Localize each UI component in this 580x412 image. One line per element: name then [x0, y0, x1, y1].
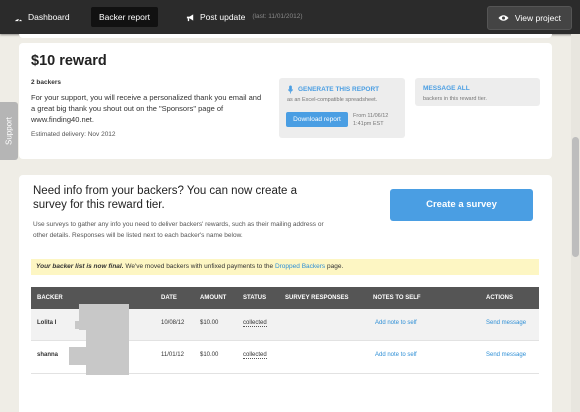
redacted-block [69, 347, 87, 365]
nav-dashboard-label: Dashboard [28, 12, 70, 22]
notice-text-end: page. [325, 263, 344, 270]
create-survey-button[interactable]: Create a survey [390, 189, 533, 221]
support-tab-label: Support [4, 116, 14, 146]
nav-post-update-label: Post update [200, 12, 246, 22]
nav-dashboard[interactable]: Dashboard [14, 7, 70, 27]
support-tab[interactable]: Support [0, 102, 18, 160]
download-from-date: From 11/06/12 1:41pm EST [353, 112, 388, 128]
add-note-link[interactable]: Add note to self [375, 352, 417, 358]
header-backer[interactable]: BACKER [37, 287, 63, 309]
previous-card-edge [19, 34, 552, 38]
header-amount[interactable]: AMOUNT [200, 287, 226, 309]
redacted-block [79, 304, 129, 330]
header-status[interactable]: STATUS [243, 287, 266, 309]
nav-backer-report[interactable]: Backer report [91, 7, 159, 27]
header-notes: NOTES TO SELF [373, 295, 421, 301]
view-project-label: View project [514, 13, 561, 23]
survey-card: Need info from your backers? You can now… [19, 175, 552, 412]
eye-icon [498, 15, 509, 21]
nav-backer-report-label: Backer report [99, 12, 151, 22]
header-survey-responses: SURVEY RESPONSES [285, 295, 349, 301]
message-all-title: MESSAGE ALL [423, 85, 470, 92]
notice-text: We've moved backers with unfixed payment… [123, 263, 275, 270]
generate-report-link[interactable]: GENERATE THIS REPORT [287, 85, 379, 94]
reward-description: For your support, you will receive a per… [31, 93, 262, 124]
backer-name[interactable]: Lolita I [37, 320, 56, 326]
redacted-block [86, 329, 129, 375]
message-all-sub: backers in this reward tier. [423, 96, 487, 102]
download-from-line2: 1:41pm EST [353, 121, 384, 127]
dropped-backers-link[interactable]: Dropped Backers [275, 263, 325, 270]
nav-post-update[interactable]: Post update (last: 11/01/2012) [186, 7, 302, 27]
payment-status[interactable]: collected [243, 352, 267, 359]
survey-description: Use surveys to gather any info you need … [33, 221, 324, 239]
top-nav-bar: Dashboard Backer report Post update (las… [0, 0, 580, 34]
header-date[interactable]: DATE [161, 287, 177, 309]
generate-report-title: GENERATE THIS REPORT [298, 86, 380, 93]
send-message-link[interactable]: Send message [486, 352, 526, 358]
add-note-link[interactable]: Add note to self [375, 320, 417, 326]
dashboard-icon [14, 17, 23, 21]
backer-list-final-notice: Your backer list is now final. We've mov… [31, 259, 539, 275]
generate-report-panel: GENERATE THIS REPORT as an Excel-compati… [279, 78, 405, 138]
pledge-amount: $10.00 [200, 352, 219, 358]
pledge-date: 11/01/12 [161, 352, 184, 358]
view-project-button[interactable]: View project [486, 6, 572, 30]
reward-card: $10 reward 2 backers For your support, y… [19, 43, 552, 159]
reward-title: $10 reward [31, 53, 107, 69]
download-report-button[interactable]: Download report [286, 112, 348, 127]
pledge-amount: $10.00 [200, 320, 219, 326]
backers-count: 2 backers [31, 79, 61, 86]
backer-name[interactable]: shanna [37, 352, 58, 358]
scrollbar-thumb[interactable] [572, 137, 579, 257]
download-from-line1: From 11/06/12 [353, 113, 389, 119]
survey-heading: Need info from your backers? You can now… [33, 185, 298, 211]
estimated-delivery: Estimated delivery: Nov 2012 [31, 131, 116, 138]
message-all-panel[interactable]: MESSAGE ALL backers in this reward tier. [415, 78, 540, 106]
page-scrollbar[interactable] [571, 34, 580, 412]
microphone-icon [287, 85, 294, 94]
megaphone-icon [186, 13, 194, 21]
generate-report-sub: as an Excel-compatible spreadsheet. [287, 97, 378, 103]
header-actions: ACTIONS [486, 295, 513, 301]
send-message-link[interactable]: Send message [486, 320, 526, 326]
backers-table: BACKER DATE AMOUNT STATUS SURVEY RESPONS… [31, 287, 539, 412]
payment-status[interactable]: collected [243, 320, 267, 327]
pledge-date: 10/08/12 [161, 320, 185, 326]
last-update-date: (last: 11/01/2012) [252, 13, 303, 20]
notice-bold: Your backer list is now final. [36, 263, 124, 270]
